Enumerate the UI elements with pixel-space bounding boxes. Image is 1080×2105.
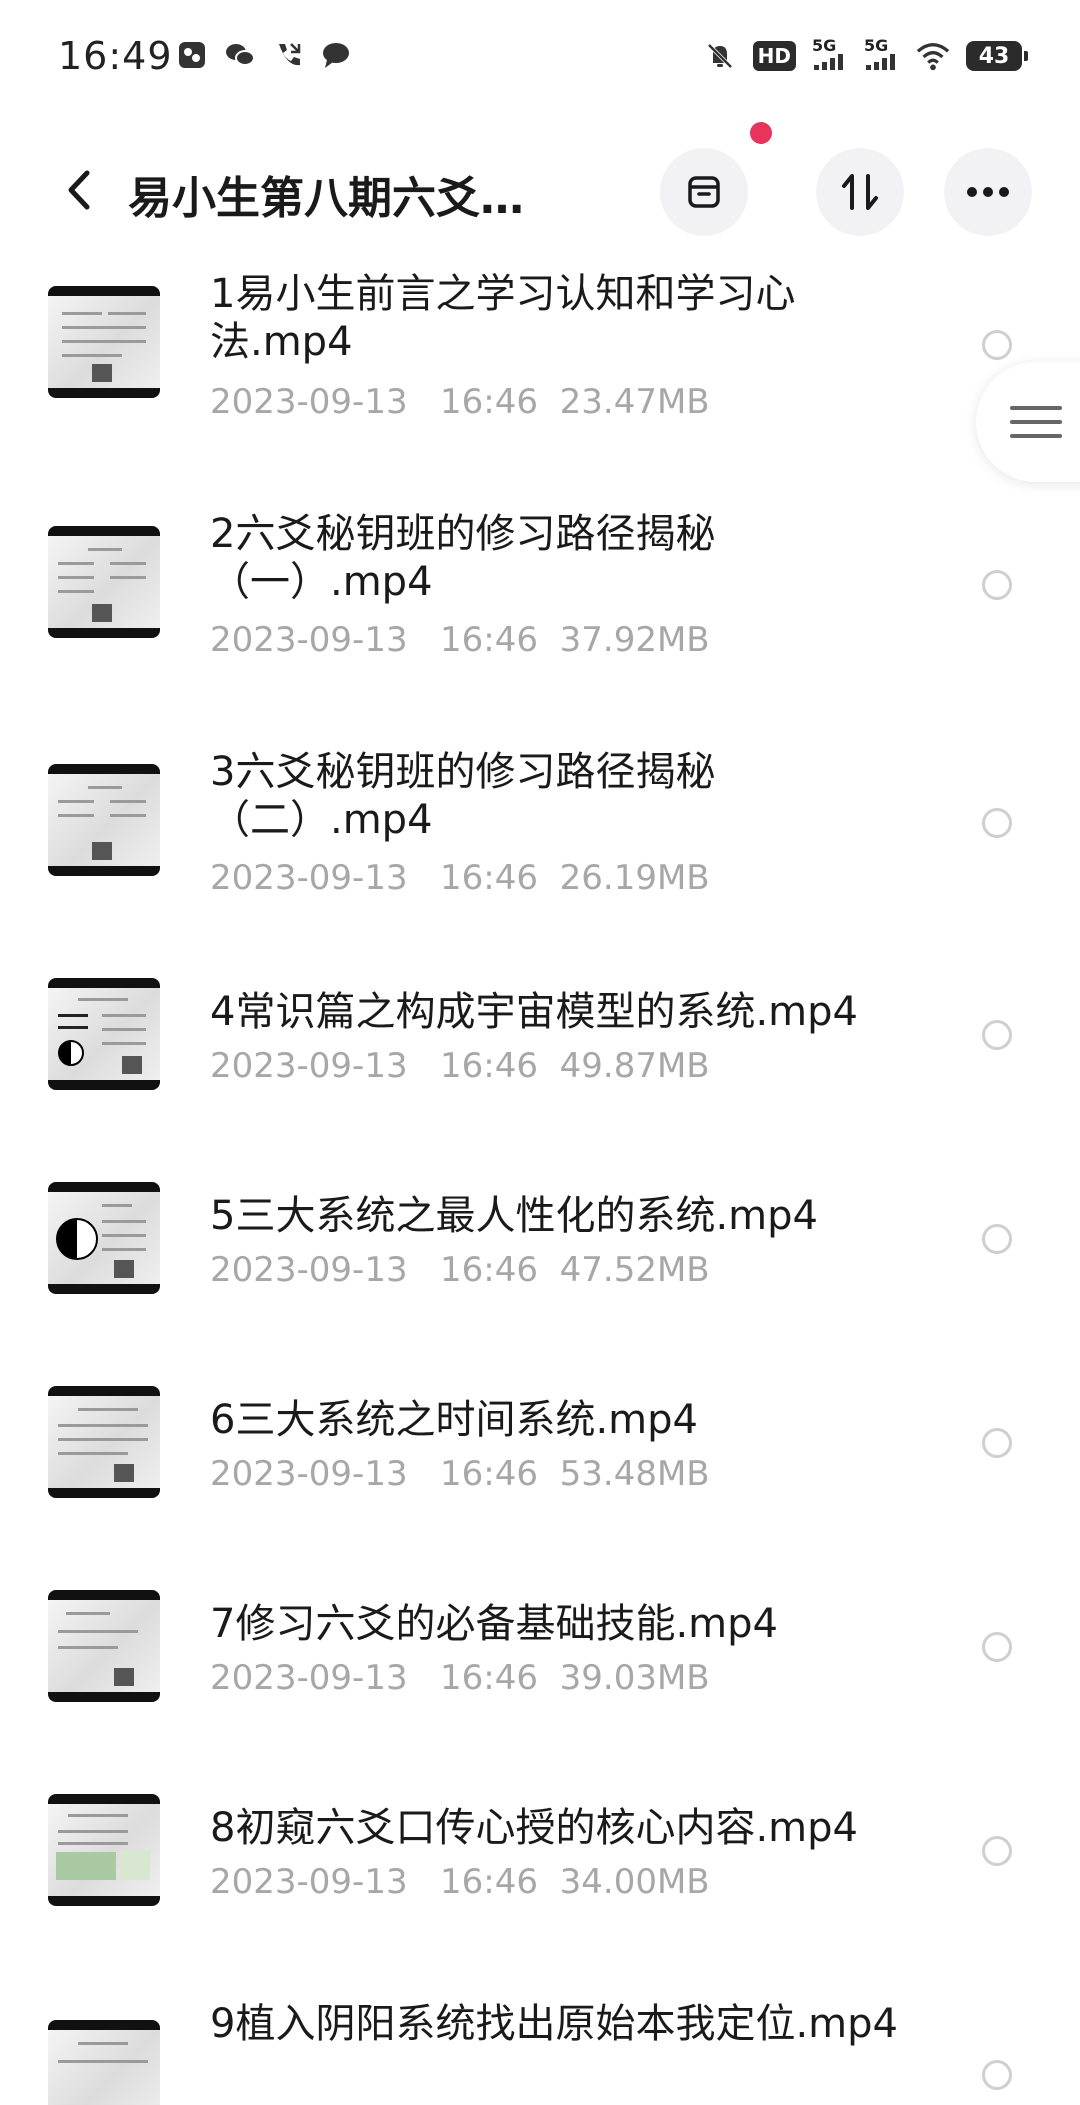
file-name: 3六爻秘钥班的修习路径揭秘（二）.mp4	[210, 749, 716, 843]
video-thumbnail	[48, 286, 160, 398]
file-name: 1易小生前言之学习认知和学习心法.mp4	[210, 271, 796, 365]
file-name: 4常识篇之构成宇宙模型的系统.mp4	[210, 989, 858, 1035]
list-item[interactable]: 1易小生前言之学习认知和学习心法.mp4 2023-09-13 16:46 23…	[0, 262, 1080, 482]
select-radio[interactable]	[982, 808, 1012, 838]
file-name: 5三大系统之最人性化的系统.mp4	[210, 1193, 818, 1239]
file-name: 7修习六爻的必备基础技能.mp4	[210, 1601, 778, 1647]
video-thumbnail	[48, 1794, 160, 1906]
video-thumbnail	[48, 2020, 160, 2105]
mute-bell-icon	[703, 39, 737, 73]
video-thumbnail	[48, 764, 160, 876]
back-button[interactable]	[48, 160, 108, 220]
video-thumbnail	[48, 526, 160, 638]
file-name: 6三大系统之时间系统.mp4	[210, 1397, 698, 1443]
chevron-left-icon	[68, 170, 90, 210]
list-item[interactable]: 7修习六爻的必备基础技能.mp4 2023-09-13 16:46 39.03M…	[0, 1590, 1080, 1780]
sort-icon	[842, 174, 878, 210]
status-indicators: HD 5G 5G 43	[703, 38, 1028, 74]
status-bar: 16:49 HD 5G 5G 43	[0, 0, 1080, 110]
file-name: 2六爻秘钥班的修习路径揭秘（一）.mp4	[210, 511, 716, 605]
wifi-icon	[916, 39, 950, 73]
menu-icon	[1010, 406, 1062, 438]
more-button[interactable]	[944, 148, 1032, 236]
file-meta: 2023-09-13 16:46 39.03MB	[210, 1658, 710, 1698]
sort-button[interactable]	[816, 148, 904, 236]
list-item[interactable]: 8初窥六爻口传心授的核心内容.mp4 2023-09-13 16:46 34.0…	[0, 1794, 1080, 1984]
archive-icon	[688, 176, 720, 208]
missed-call-icon	[271, 38, 305, 72]
signal-5g-2: 5G	[864, 38, 900, 74]
video-thumbnail	[48, 978, 160, 1090]
battery-indicator: 43	[966, 41, 1028, 71]
select-radio[interactable]	[982, 1428, 1012, 1458]
select-radio[interactable]	[982, 330, 1012, 360]
file-name: 9植入阴阳系统找出原始本我定位.mp4	[210, 2001, 898, 2047]
file-meta: 2023-09-13 16:46 26.19MB	[210, 858, 710, 898]
video-thumbnail	[48, 1386, 160, 1498]
video-thumbnail	[48, 1182, 160, 1294]
top-app-bar: 易小生第八期六爻…	[0, 120, 1080, 260]
notification-icons	[175, 38, 353, 72]
list-item[interactable]: 5三大系统之最人性化的系统.mp4 2023-09-13 16:46 47.52…	[0, 1182, 1080, 1372]
list-item[interactable]: 6三大系统之时间系统.mp4 2023-09-13 16:46 53.48MB	[0, 1386, 1080, 1576]
list-item[interactable]: 4常识篇之构成宇宙模型的系统.mp4 2023-09-13 16:46 49.8…	[0, 978, 1080, 1168]
hd-indicator: HD	[752, 40, 796, 71]
file-meta: 2023-09-13 16:46 47.52MB	[210, 1250, 710, 1290]
status-time: 16:49	[58, 34, 173, 78]
select-radio[interactable]	[982, 570, 1012, 600]
file-meta: 2023-09-13 16:46 49.87MB	[210, 1046, 710, 1086]
select-radio[interactable]	[982, 1224, 1012, 1254]
file-meta: 2023-09-13 16:46 53.48MB	[210, 1454, 710, 1494]
file-name: 8初窥六爻口传心授的核心内容.mp4	[210, 1805, 858, 1851]
select-radio[interactable]	[982, 1020, 1012, 1050]
notification-badge	[750, 122, 772, 144]
signal-5g-1: 5G	[812, 38, 848, 74]
select-radio[interactable]	[982, 2060, 1012, 2090]
more-icon	[967, 187, 1009, 197]
message-icon	[319, 38, 353, 72]
video-thumbnail	[48, 1590, 160, 1702]
list-item[interactable]: 2六爻秘钥班的修习路径揭秘（一）.mp4 2023-09-13 16:46 37…	[0, 502, 1080, 722]
list-item[interactable]: 3六爻秘钥班的修习路径揭秘（二）.mp4 2023-09-13 16:46 26…	[0, 740, 1080, 960]
file-meta: 2023-09-13 16:46 34.00MB	[210, 1862, 710, 1902]
page-title: 易小生第八期六爻…	[128, 173, 524, 224]
wechat-icon	[223, 38, 257, 72]
select-radio[interactable]	[982, 1632, 1012, 1662]
select-radio[interactable]	[982, 1836, 1012, 1866]
file-meta: 2023-09-13 16:46 37.92MB	[210, 620, 710, 660]
gallery-app-icon	[175, 38, 209, 72]
archive-button[interactable]	[660, 148, 748, 236]
list-item[interactable]: 9植入阴阳系统找出原始本我定位.mp4	[0, 1998, 1080, 2105]
file-meta: 2023-09-13 16:46 23.47MB	[210, 382, 710, 422]
